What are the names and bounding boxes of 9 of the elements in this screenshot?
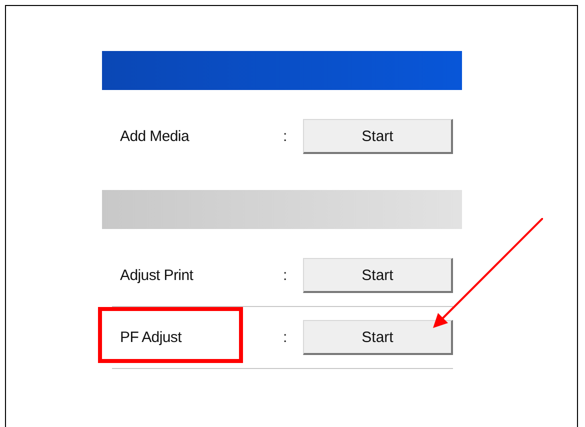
colon-separator: : bbox=[283, 267, 288, 284]
row-label: Add Media bbox=[119, 128, 190, 145]
row-label: PF Adjust bbox=[119, 329, 183, 346]
colon-separator: : bbox=[283, 329, 288, 346]
start-button[interactable]: Start bbox=[303, 258, 453, 293]
start-button[interactable]: Start bbox=[303, 320, 453, 355]
colon-separator: : bbox=[283, 128, 288, 145]
start-button[interactable]: Start bbox=[303, 119, 453, 154]
row-label: Adjust Print bbox=[119, 267, 194, 284]
